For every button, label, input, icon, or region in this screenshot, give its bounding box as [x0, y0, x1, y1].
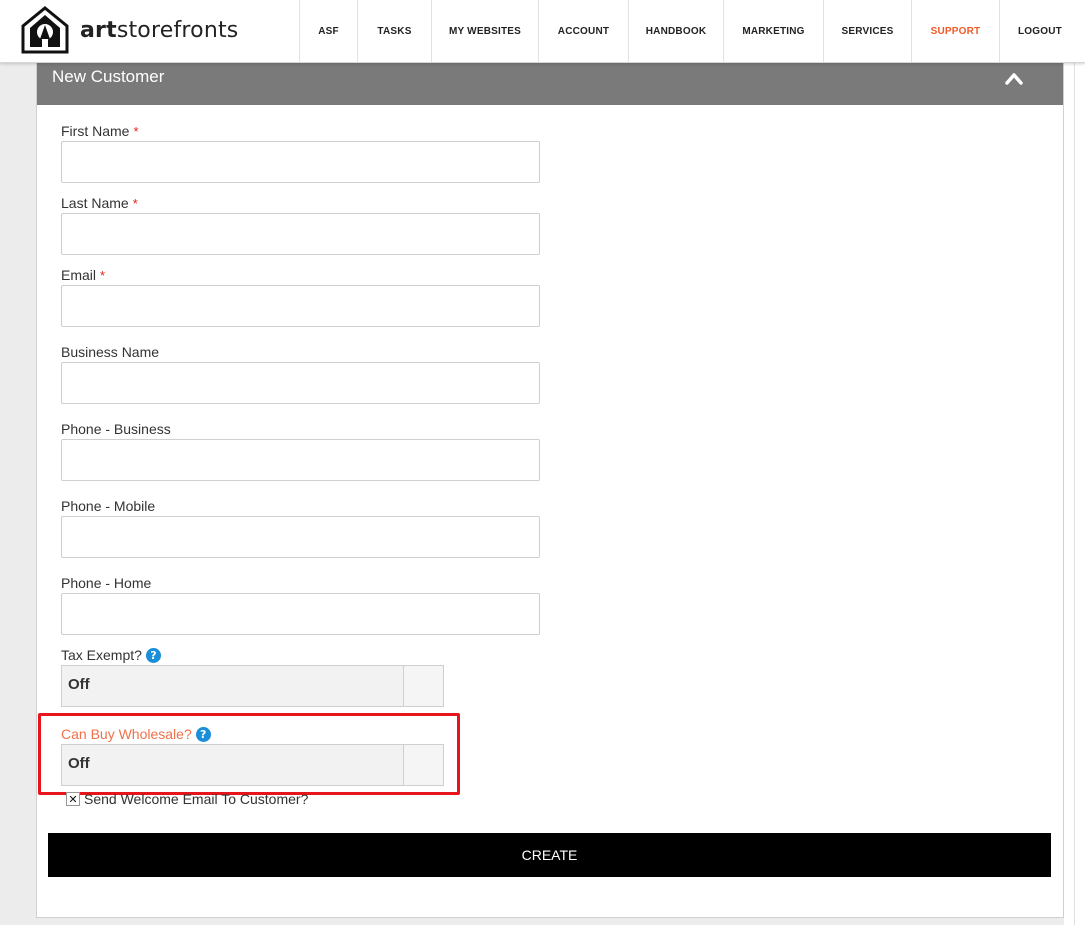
- business-name-label: Business Name: [61, 344, 160, 360]
- first-name-label: First Name *: [61, 123, 139, 139]
- can-buy-wholesale-label: Can Buy Wholesale??: [61, 726, 211, 742]
- email-label-text: Email: [61, 267, 97, 283]
- send-welcome-email-checkbox[interactable]: ✕: [66, 792, 80, 806]
- tax-exempt-label: Tax Exempt??: [61, 647, 161, 663]
- can-buy-wholesale-toggle[interactable]: Off: [61, 744, 444, 786]
- nav-item-tasks[interactable]: TASKS: [357, 0, 431, 62]
- question-circle-icon[interactable]: ?: [195, 727, 211, 742]
- toggle-handle[interactable]: [403, 745, 443, 785]
- new-customer-panel: New Customer: [36, 57, 1064, 918]
- panel-header: New Customer: [37, 58, 1063, 105]
- question-circle-icon[interactable]: ?: [145, 648, 161, 663]
- nav-item-my-websites[interactable]: MY WEBSITES: [431, 0, 538, 62]
- chevron-up-icon[interactable]: [1004, 68, 1024, 88]
- toggle-state: Off: [68, 676, 90, 693]
- toggle-state: Off: [68, 755, 90, 772]
- page-left-gutter: [0, 63, 20, 925]
- required-asterisk: *: [132, 196, 138, 211]
- last-name-label: Last Name *: [61, 195, 138, 211]
- last-name-label-text: Last Name: [61, 195, 129, 211]
- main-nav: ASF TASKS MY WEBSITES ACCOUNT HANDBOOK M…: [299, 0, 1080, 62]
- logo-wordmark: artstorefronts: [80, 18, 238, 43]
- page-right-gutter: [1064, 63, 1085, 925]
- send-welcome-email-row: ✕ Send Welcome Email To Customer?: [66, 791, 308, 807]
- email-input[interactable]: [61, 285, 540, 327]
- nav-item-support[interactable]: SUPPORT: [911, 0, 999, 62]
- nav-item-services[interactable]: SERVICES: [823, 0, 911, 62]
- artstorefronts-logo[interactable]: artstorefronts: [20, 6, 238, 54]
- nav-item-account[interactable]: ACCOUNT: [538, 0, 628, 62]
- first-name-label-text: First Name: [61, 123, 130, 139]
- phone-mobile-label: Phone - Mobile: [61, 498, 156, 514]
- required-asterisk: *: [100, 268, 106, 283]
- phone-business-label: Phone - Business: [61, 421, 171, 437]
- create-button[interactable]: CREATE: [48, 833, 1051, 877]
- top-navigation-bar: artstorefronts ASF TASKS MY WEBSITES ACC…: [0, 0, 1085, 63]
- phone-mobile-input[interactable]: [61, 516, 540, 558]
- nav-item-logout[interactable]: LOGOUT: [999, 0, 1080, 62]
- phone-home-input[interactable]: [61, 593, 540, 635]
- email-label: Email *: [61, 267, 105, 283]
- tax-exempt-label-text: Tax Exempt?: [61, 647, 142, 663]
- tax-exempt-toggle[interactable]: Off: [61, 665, 444, 707]
- logo-wordmark-bold: art: [80, 17, 117, 43]
- last-name-input[interactable]: [61, 213, 540, 255]
- first-name-input[interactable]: [61, 141, 540, 183]
- business-name-input[interactable]: [61, 362, 540, 404]
- phone-business-input[interactable]: [61, 439, 540, 481]
- toggle-handle[interactable]: [403, 666, 443, 706]
- nav-item-asf[interactable]: ASF: [299, 0, 357, 62]
- gutter-divider: [1074, 63, 1075, 925]
- required-asterisk: *: [133, 124, 139, 139]
- panel-title: New Customer: [52, 67, 165, 86]
- logo-house-icon: [21, 6, 69, 54]
- nav-item-handbook[interactable]: HANDBOOK: [628, 0, 723, 62]
- logo-wordmark-rest: storefronts: [116, 17, 239, 43]
- can-buy-wholesale-label-text: Can Buy Wholesale?: [61, 726, 192, 742]
- send-welcome-email-label: Send Welcome Email To Customer?: [84, 791, 309, 807]
- nav-item-marketing[interactable]: MARKETING: [723, 0, 823, 62]
- phone-home-label: Phone - Home: [61, 575, 152, 591]
